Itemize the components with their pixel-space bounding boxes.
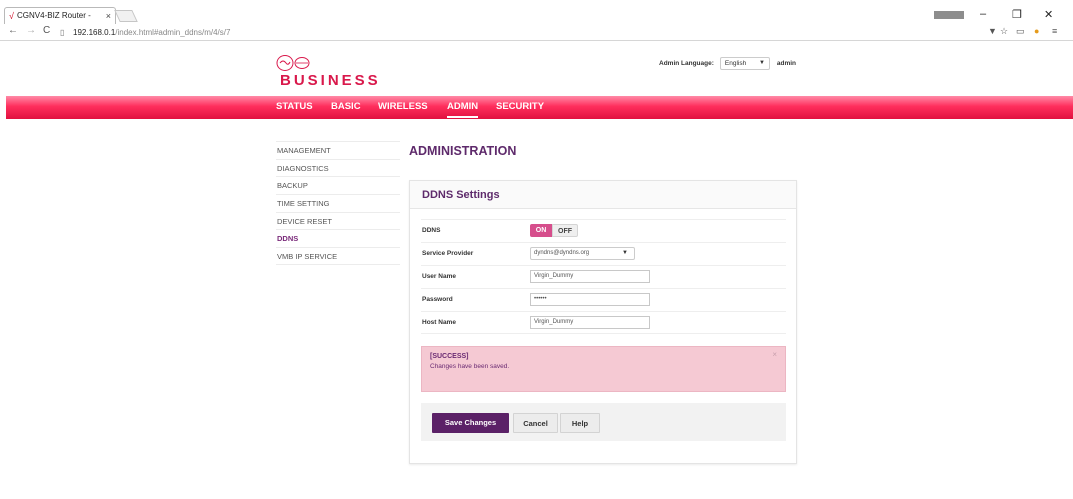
service-provider-row: Service Provider dyndns@dyndns.org ▼ xyxy=(421,242,786,265)
menu-basic[interactable]: BASIC xyxy=(331,101,361,112)
alert-close-icon[interactable]: × xyxy=(772,350,777,359)
page-icon: ▯ xyxy=(60,28,65,37)
action-button-bar: Save Changes Cancel Help xyxy=(421,403,786,441)
window-close-icon[interactable]: ✕ xyxy=(1044,8,1053,21)
sidebar-item-ddns[interactable]: DDNS xyxy=(276,229,400,247)
address-bar[interactable]: ▯ 192.168.0.1/index.html#admin_ddns/m/4/… xyxy=(57,26,977,39)
admin-sidebar: MANAGEMENT DIAGNOSTICS BACKUP TIME SETTI… xyxy=(276,141,400,265)
admin-username: admin xyxy=(776,60,797,67)
virgin-logo-icon xyxy=(276,55,310,71)
language-selector-group: Admin Language: English ▼ admin xyxy=(659,57,796,70)
sidebar-item-backup[interactable]: BACKUP xyxy=(276,176,400,194)
alert-title: [SUCCESS] xyxy=(430,353,469,360)
browser-toolbar: ← → C ▯ 192.168.0.1/index.html#admin_ddn… xyxy=(0,24,1073,41)
browser-tab-strip: √ CGNV4-BIZ Router - × – ❐ ✕ xyxy=(0,0,1073,24)
cancel-button[interactable]: Cancel xyxy=(513,413,558,433)
sidebar-item-time-setting[interactable]: TIME SETTING xyxy=(276,194,400,212)
ddns-on-button[interactable]: ON xyxy=(530,224,552,237)
filter-extension-icon[interactable]: ▼ xyxy=(988,26,997,36)
url-path: /index.html#admin_ddns/m/4/s/7 xyxy=(115,28,231,37)
language-label: Admin Language: xyxy=(659,60,714,67)
forward-arrow-icon[interactable]: → xyxy=(26,25,36,36)
sidebar-item-diagnostics[interactable]: DIAGNOSTICS xyxy=(276,158,400,177)
help-button[interactable]: Help xyxy=(560,413,600,433)
host-name-label: Host Name xyxy=(422,319,456,326)
panel-title: DDNS Settings xyxy=(410,181,796,209)
url-host: 192.168.0.1 xyxy=(73,28,116,37)
tab-close-icon[interactable]: × xyxy=(106,8,111,24)
service-provider-select[interactable]: dyndns@dyndns.org ▼ xyxy=(530,247,635,260)
service-provider-value: dyndns@dyndns.org xyxy=(534,250,590,256)
host-name-input[interactable]: Virgin_Dummy xyxy=(530,316,650,329)
alert-message: Changes have been saved. xyxy=(430,363,510,370)
back-arrow-icon[interactable]: ← xyxy=(8,25,18,36)
browser-tab[interactable]: √ CGNV4-BIZ Router - × xyxy=(4,7,116,24)
sidebar-item-vmb-ip-service[interactable]: VMB IP SERVICE xyxy=(276,247,400,265)
maximize-icon[interactable]: ❐ xyxy=(1012,8,1022,21)
extension-icon[interactable]: ● xyxy=(1034,26,1039,36)
sidebar-item-management[interactable]: MANAGEMENT xyxy=(276,141,400,159)
virgin-favicon-icon: √ xyxy=(9,11,14,21)
service-provider-label: Service Provider xyxy=(422,250,474,257)
chevron-down-icon: ▼ xyxy=(758,60,765,66)
tab-title: CGNV4-BIZ Router - xyxy=(17,11,91,20)
chevron-down-icon: ▼ xyxy=(622,250,628,256)
language-select[interactable]: English ▼ xyxy=(719,57,770,70)
reload-icon[interactable]: C xyxy=(43,25,50,36)
sidebar-item-device-reset[interactable]: DEVICE RESET xyxy=(276,211,400,230)
password-row: Password •••••• xyxy=(421,288,786,311)
window-user-badge[interactable] xyxy=(934,11,964,19)
ddns-settings-panel: DDNS Settings DDNS ON OFF Service Provid… xyxy=(409,180,797,464)
main-menu-bar: STATUS BASIC WIRELESS ADMIN SECURITY xyxy=(6,96,1073,119)
password-input[interactable]: •••••• xyxy=(530,293,650,306)
save-changes-button[interactable]: Save Changes xyxy=(432,413,509,433)
menu-status[interactable]: STATUS xyxy=(276,101,313,112)
ddns-label: DDNS xyxy=(422,227,441,234)
menu-security[interactable]: SECURITY xyxy=(496,101,544,112)
ddns-toggle[interactable]: ON OFF xyxy=(530,224,578,237)
language-value: English xyxy=(724,60,747,67)
menu-admin[interactable]: ADMIN xyxy=(447,101,479,118)
user-name-input[interactable]: Virgin_Dummy xyxy=(530,270,650,283)
bookmark-star-icon[interactable]: ☆ xyxy=(1000,26,1008,37)
brand-wordmark: BUSINESS xyxy=(280,72,381,89)
ddns-off-button[interactable]: OFF xyxy=(552,224,578,237)
chrome-menu-icon[interactable]: ≡ xyxy=(1052,26,1057,36)
user-name-label: User Name xyxy=(422,273,456,280)
success-alert: [SUCCESS] Changes have been saved. × xyxy=(421,346,786,392)
cast-icon[interactable]: ▭ xyxy=(1016,26,1025,37)
page-title: ADMINISTRATION xyxy=(409,144,517,158)
password-label: Password xyxy=(422,296,453,303)
host-name-row: Host Name Virgin_Dummy xyxy=(421,311,786,334)
user-name-row: User Name Virgin_Dummy xyxy=(421,265,786,288)
menu-wireless[interactable]: WIRELESS xyxy=(378,101,428,112)
minimize-icon[interactable]: – xyxy=(980,8,986,20)
new-tab-button[interactable] xyxy=(114,10,138,22)
ddns-row: DDNS ON OFF xyxy=(421,219,786,242)
